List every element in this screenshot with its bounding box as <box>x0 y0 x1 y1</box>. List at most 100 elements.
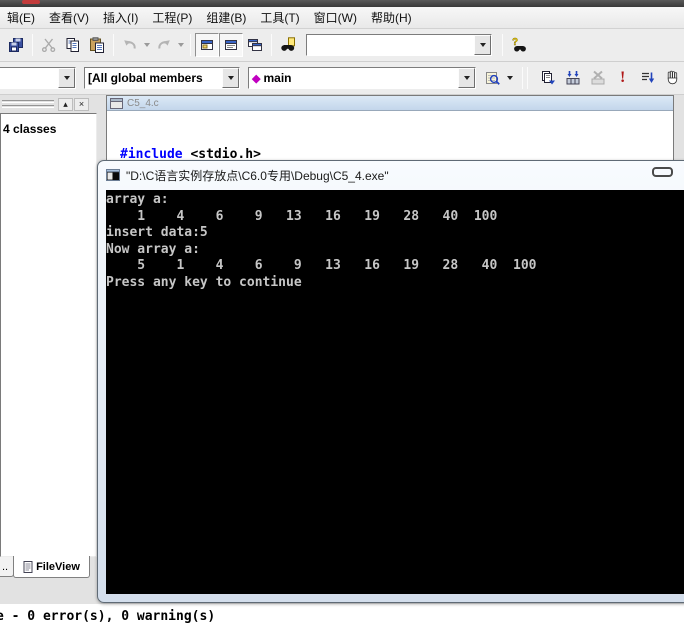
menu-view[interactable]: 查看(V) <box>42 6 96 29</box>
function-dropdown-button[interactable] <box>458 68 475 88</box>
menu-help[interactable]: 帮助(H) <box>364 6 419 29</box>
console-window[interactable]: "D:\C语言实例存放点\C6.0专用\Debug\C5_4.exe" arra… <box>97 160 684 603</box>
toggle-output-button[interactable] <box>219 33 243 57</box>
toolbar-separator <box>32 34 33 56</box>
menu-project[interactable]: 工程(P) <box>145 6 199 29</box>
chevron-down-icon <box>178 43 184 47</box>
redo-dropdown-button[interactable] <box>176 33 186 57</box>
menu-window[interactable]: 窗口(W) <box>307 6 364 29</box>
undo-button[interactable] <box>118 33 142 57</box>
pane-pin-button[interactable]: ▴ <box>58 98 73 111</box>
tab-fileview[interactable]: FileView <box>13 556 90 578</box>
tab-classview[interactable]: .. <box>0 557 14 577</box>
document-window-icon <box>110 98 123 109</box>
console-output-line: array a: <box>106 192 684 209</box>
build-icon <box>565 70 581 86</box>
save-all-button[interactable] <box>4 33 28 57</box>
menu-tools[interactable]: 工具(T) <box>253 6 306 29</box>
menu-insert[interactable]: 插入(I) <box>96 6 145 29</box>
source-editor-window[interactable]: C5_4.c #include <stdio.h> int main () {i… <box>106 95 674 162</box>
wizard-bar: [All global members ◆main <box>0 62 684 95</box>
function-diamond-icon: ◆ <box>252 73 260 85</box>
members-value: [All global members <box>85 68 222 88</box>
menu-bar: 辑(E) 查看(V) 插入(I) 工程(P) 组建(B) 工具(T) 窗口(W)… <box>0 7 684 29</box>
find-in-files-icon <box>280 37 296 53</box>
undo-dropdown-button[interactable] <box>142 33 152 57</box>
chevron-down-icon <box>228 76 234 80</box>
stop-build-button[interactable] <box>586 66 609 90</box>
console-titlebar[interactable]: "D:\C语言实例存放点\C6.0专用\Debug\C5_4.exe" <box>98 161 684 189</box>
dock-gripper[interactable] <box>2 105 54 108</box>
undo-icon <box>122 37 138 53</box>
toolbar-gripper <box>527 67 528 89</box>
chevron-down-icon <box>480 43 486 47</box>
dock-gripper[interactable] <box>2 100 54 103</box>
code-area[interactable]: #include <stdio.h> int main () {int a[11… <box>107 111 673 162</box>
console-output-line: Now array a: <box>106 242 684 259</box>
members-combobox[interactable]: [All global members <box>84 67 240 89</box>
paste-button[interactable] <box>85 33 109 57</box>
workspace-root-item[interactable]: 4 classes <box>1 114 96 136</box>
wizard-actions-dropdown[interactable] <box>505 66 515 90</box>
cut-button[interactable] <box>37 33 61 57</box>
paste-icon <box>89 37 105 53</box>
minimize-button[interactable] <box>652 167 673 177</box>
menu-build[interactable]: 组建(B) <box>199 6 253 29</box>
search-help-button[interactable]: ? <box>507 33 531 57</box>
find-dropdown-button[interactable] <box>474 35 491 55</box>
pane-close-button[interactable]: × <box>74 98 89 111</box>
standard-toolbar: ? <box>0 29 684 62</box>
redo-icon <box>156 37 172 53</box>
output-window-icon <box>223 37 239 53</box>
vc6-application: 辑(E) 查看(V) 插入(I) 工程(P) 组建(B) 工具(T) 窗口(W)… <box>0 0 684 637</box>
find-in-files-button[interactable] <box>276 33 300 57</box>
redo-button[interactable] <box>152 33 176 57</box>
chevron-down-icon <box>507 76 513 80</box>
tab-fileview-label: FileView <box>36 561 80 573</box>
wizard-actions-button[interactable] <box>482 66 505 90</box>
function-value: ◆main <box>249 68 458 88</box>
toggle-workspace-button[interactable] <box>195 33 219 57</box>
chevron-down-icon <box>464 76 470 80</box>
wizard-actions-icon <box>485 70 501 86</box>
file-icon <box>23 561 33 573</box>
compile-button[interactable] <box>536 66 559 90</box>
class-combobox <box>0 67 76 89</box>
console-output-line: 5 1 4 6 9 13 16 19 28 40 100 <box>106 258 684 275</box>
stop-build-icon <box>590 70 606 86</box>
console-output-line: Press any key to continue <box>106 275 684 292</box>
toolbar-separator <box>271 34 272 56</box>
console-title: "D:\C语言实例存放点\C6.0专用\Debug\C5_4.exe" <box>126 167 389 184</box>
build-button[interactable] <box>561 66 584 90</box>
function-combobox[interactable]: ◆main <box>248 67 476 89</box>
tab-classview-label: .. <box>2 561 8 573</box>
copy-button[interactable] <box>61 33 85 57</box>
save-all-icon <box>8 37 24 53</box>
menu-edit[interactable]: 辑(E) <box>0 6 42 29</box>
workspace-pane[interactable]: 4 classes <box>0 113 97 557</box>
go-debug-icon <box>640 70 656 86</box>
console-screen[interactable]: array a: 1 4 6 9 13 16 19 28 40 100 inse… <box>106 190 684 594</box>
toolbar-separator <box>113 34 114 56</box>
class-dropdown-button[interactable] <box>58 68 75 88</box>
console-output-line: insert data:5 <box>106 225 684 242</box>
breakpoint-hand-button[interactable] <box>661 66 684 90</box>
go-debug-button[interactable] <box>636 66 659 90</box>
compile-icon <box>540 70 556 86</box>
find-input[interactable] <box>307 35 474 55</box>
search-help-icon: ? <box>511 37 527 53</box>
cascade-windows-button[interactable] <box>243 33 267 57</box>
execute-exclamation-icon: ! <box>620 69 625 87</box>
class-input[interactable] <box>0 68 58 88</box>
execute-button[interactable]: ! <box>611 66 634 90</box>
editor-titlebar[interactable]: C5_4.c <box>107 96 673 111</box>
toolbar-separator <box>502 34 503 56</box>
toolbar-gripper <box>522 67 523 89</box>
members-dropdown-button[interactable] <box>222 68 239 88</box>
cut-icon <box>41 37 57 53</box>
chevron-down-icon <box>144 43 150 47</box>
toolbar-separator <box>190 34 191 56</box>
output-pane[interactable]: e - 0 error(s), 0 warning(s) <box>0 604 684 637</box>
workspace-window-icon <box>199 37 215 53</box>
find-combobox <box>306 34 492 56</box>
